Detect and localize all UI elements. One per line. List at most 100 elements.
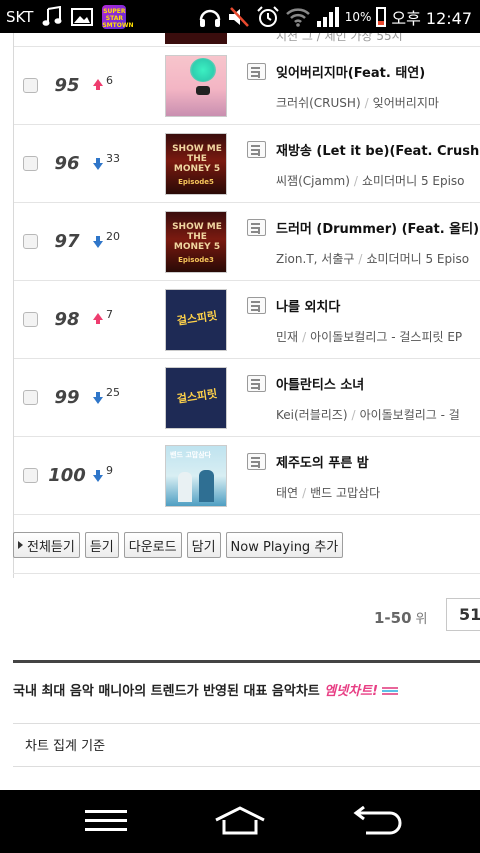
chart-row-97[interactable]: 97 20 SHOW ME THE MONEY 5 Episode3 드러머 (D… bbox=[14, 203, 480, 281]
back-icon[interactable] bbox=[350, 806, 402, 836]
battery-percent: 10% bbox=[344, 9, 372, 24]
album-art-text: SHOW ME THE MONEY 5 bbox=[172, 221, 222, 252]
promo-text: 국내 최대 음악 매니아의 트렌드가 반영된 대표 음악차트 bbox=[13, 684, 320, 699]
rank-number: 98 bbox=[54, 308, 80, 330]
song-meta: Zion.T, 서출구 / 쇼미더머니 5 Episo bbox=[276, 252, 470, 266]
play-all-label: 전체듣기 bbox=[27, 539, 75, 555]
home-icon[interactable] bbox=[214, 806, 266, 836]
album-art-text: 걸스피릿 bbox=[176, 386, 219, 406]
pager-current: 1-50 위 bbox=[374, 608, 428, 627]
select-checkbox[interactable] bbox=[23, 311, 38, 327]
play-all-button[interactable]: 전체듣기 bbox=[13, 532, 80, 558]
rank-change-value: 6 bbox=[106, 73, 113, 87]
pager-next-button[interactable]: 51 bbox=[446, 598, 480, 631]
album-art[interactable]: SHOW ME THE MONEY 5 Episode5 bbox=[165, 132, 227, 195]
album-art-text: 밴드 고맙삼다 bbox=[170, 450, 212, 459]
carrier-label: SKT bbox=[6, 7, 34, 26]
album-link[interactable]: 쇼미더머니 5 Episo bbox=[362, 174, 465, 188]
song-meta: 태연 / 밴드 고맙삼다 bbox=[276, 486, 381, 500]
rank-change-value: 20 bbox=[106, 229, 120, 243]
rank-change: 9 bbox=[93, 464, 113, 482]
add-button[interactable]: 담기 bbox=[186, 532, 221, 558]
download-button[interactable]: 다운로드 bbox=[123, 532, 182, 558]
chart-row-96[interactable]: 96 33 SHOW ME THE MONEY 5 Episode5 재방송 (L… bbox=[14, 125, 480, 203]
down-arrow-icon bbox=[93, 391, 103, 404]
chart-row-95[interactable]: 95 6 잊어버리지마(Feat. 태연) 크러쉬(CRUSH) / 잊어버리지마 bbox=[14, 47, 480, 125]
album-link[interactable]: 쇼미더머니 5 Episo bbox=[366, 252, 469, 266]
album-art-text: 걸스피릿 bbox=[176, 308, 219, 328]
rank-change: 7 bbox=[93, 308, 113, 324]
lyrics-icon[interactable] bbox=[247, 141, 266, 158]
song-meta: Kei(러블리즈) / 아이돌보컬리그 - 걸 bbox=[276, 408, 460, 422]
select-checkbox[interactable] bbox=[23, 467, 38, 483]
battery-icon bbox=[376, 6, 387, 27]
album-link[interactable]: 밴드 고맙삼다 bbox=[310, 486, 380, 500]
album-art-episode: Episode5 bbox=[178, 177, 214, 186]
promo-highlight: 엠넷차트! bbox=[324, 684, 379, 699]
song-meta: 크러쉬(CRUSH) / 잊어버리지마 bbox=[276, 96, 439, 110]
up-arrow-icon bbox=[93, 312, 103, 324]
song-title[interactable]: 나를 외치다 bbox=[276, 296, 340, 315]
partial-row: 지션 그 / 제인 가장 55시 bbox=[14, 33, 480, 47]
chart-basis-toggle[interactable]: 차트 집계 기준 bbox=[13, 723, 480, 767]
screen: SKT SUPER STAR SMTOWN 10% 오후 12:47 지션 그 … bbox=[0, 0, 480, 853]
rank-number: 95 bbox=[54, 74, 80, 96]
song-title[interactable]: 잊어버리지마(Feat. 태연) bbox=[276, 62, 425, 81]
song-title[interactable]: 제주도의 푸른 밤 bbox=[276, 452, 369, 471]
song-title[interactable]: 드러머 (Drummer) (Feat. 올티) bbox=[276, 218, 479, 237]
lyrics-icon[interactable] bbox=[247, 63, 266, 80]
artist-link[interactable]: Kei(러블리즈) bbox=[276, 408, 348, 422]
listen-button[interactable]: 듣기 bbox=[84, 532, 119, 558]
rank-change: 20 bbox=[93, 230, 120, 248]
rank-number: 99 bbox=[54, 386, 80, 408]
menu-icon[interactable] bbox=[85, 810, 127, 832]
lyrics-icon[interactable] bbox=[247, 297, 266, 314]
rank-number: 96 bbox=[54, 152, 80, 174]
select-checkbox[interactable] bbox=[23, 155, 38, 171]
lyrics-icon[interactable] bbox=[247, 453, 266, 470]
artist-link[interactable]: Zion.T, 서출구 bbox=[276, 252, 354, 266]
artist-link[interactable]: 태연 bbox=[276, 486, 298, 500]
rank-change-value: 9 bbox=[106, 463, 113, 477]
partial-meta: 지션 그 / 제인 가장 55시 bbox=[276, 33, 403, 43]
chart-row-100[interactable]: 100 9 밴드 고맙삼다 제주도의 푸른 밤 태연 / 밴드 고맙삼다 bbox=[14, 437, 480, 515]
now-playing-button[interactable]: Now Playing 추가 bbox=[225, 532, 344, 558]
down-arrow-icon bbox=[93, 469, 103, 482]
lyrics-icon[interactable] bbox=[247, 375, 266, 392]
album-art[interactable]: SHOW ME THE MONEY 5 Episode3 bbox=[165, 210, 227, 273]
pager-unit: 위 bbox=[415, 612, 428, 627]
artist-link[interactable]: 민재 bbox=[276, 330, 298, 344]
lyrics-icon[interactable] bbox=[247, 219, 266, 236]
song-title[interactable]: 아틀란티스 소녀 bbox=[276, 374, 364, 393]
headphones-icon bbox=[199, 9, 220, 27]
up-arrow-icon bbox=[93, 78, 103, 90]
album-art[interactable]: 밴드 고맙삼다 bbox=[165, 444, 227, 507]
song-title[interactable]: 재방송 (Let it be)(Feat. Crush) bbox=[276, 140, 480, 159]
album-link[interactable]: 아이돌보컬리그 - 걸스피릿 EP bbox=[310, 330, 462, 344]
album-art-episode: Episode3 bbox=[178, 255, 214, 264]
chart-page: 지션 그 / 제인 가장 55시 95 6 잊어버리지마(Feat. 태연) 크… bbox=[0, 33, 480, 790]
album-link[interactable]: 아이돌보컬리그 - 걸 bbox=[360, 408, 460, 422]
song-meta: 씨잼(Cjamm) / 쇼미더머니 5 Episo bbox=[276, 174, 465, 188]
artist-link[interactable]: 씨잼(Cjamm) bbox=[276, 174, 350, 188]
down-arrow-icon bbox=[93, 235, 103, 248]
rank-number: 97 bbox=[54, 230, 80, 252]
pager-range: 1-50 bbox=[374, 609, 412, 627]
promo-banner: 국내 최대 음악 매니아의 트렌드가 반영된 대표 음악차트 엠넷차트! bbox=[13, 680, 399, 699]
clock: 오후 12:47 bbox=[391, 8, 472, 28]
album-art[interactable]: 걸스피릿 bbox=[165, 366, 227, 429]
select-checkbox[interactable] bbox=[23, 389, 38, 405]
down-arrow-icon bbox=[93, 157, 103, 170]
album-art[interactable]: 걸스피릿 bbox=[165, 288, 227, 351]
chart-row-98[interactable]: 98 7 걸스피릿 나를 외치다 민재 / 아이돌보컬리그 - 걸스피릿 EP bbox=[14, 281, 480, 359]
select-checkbox[interactable] bbox=[23, 233, 38, 249]
rank-change: 6 bbox=[93, 73, 113, 90]
chart-row-99[interactable]: 99 25 걸스피릿 아틀란티스 소녀 Kei(러블리즈) / 아이돌보컬리그 - … bbox=[14, 359, 480, 437]
artist-link[interactable]: 크러쉬(CRUSH) bbox=[276, 96, 361, 110]
rank-change-value: 33 bbox=[106, 151, 120, 165]
album-art[interactable] bbox=[165, 54, 227, 117]
wifi-icon bbox=[285, 7, 310, 27]
status-bar: SKT SUPER STAR SMTOWN 10% 오후 12:47 bbox=[0, 0, 480, 33]
album-link[interactable]: 잊어버리지마 bbox=[373, 96, 439, 110]
select-checkbox[interactable] bbox=[23, 77, 38, 93]
